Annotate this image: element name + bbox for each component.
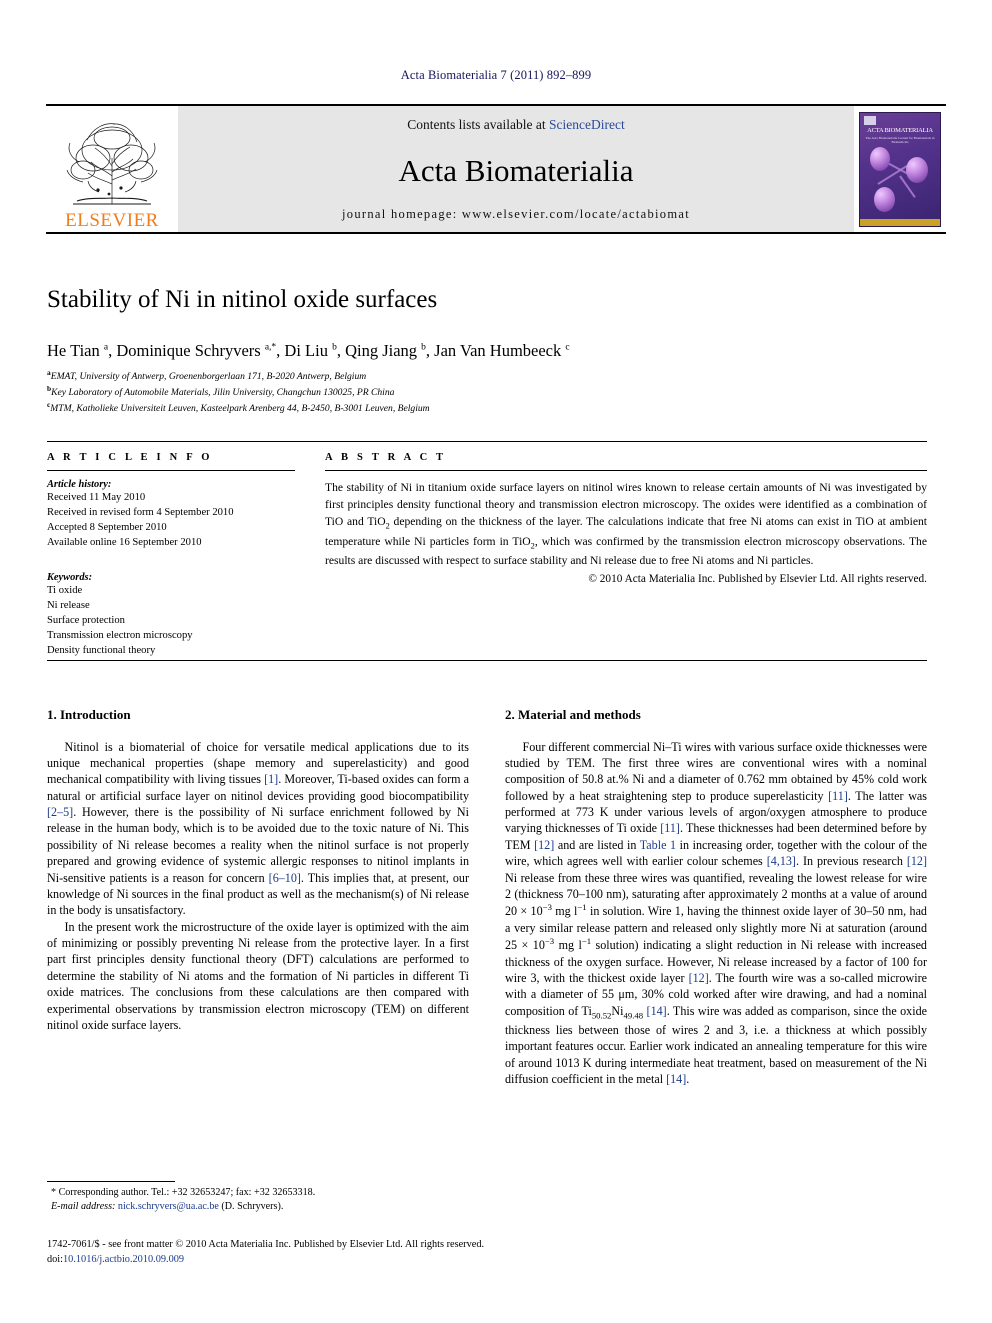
doi-line: doi:10.1016/j.actbio.2010.09.009 (47, 1253, 927, 1268)
elsevier-tree-icon (66, 123, 158, 205)
section-heading-introduction: 1. Introduction (47, 707, 131, 722)
masthead-center: Contents lists available at ScienceDirec… (178, 106, 854, 232)
affiliation-item: cMTM, Katholieke Universiteit Leuven, Ka… (47, 400, 927, 416)
article-history-label: Article history: (47, 479, 112, 490)
paragraph: In the present work the microstructure o… (47, 919, 469, 1032)
keyword-item: Density functional theory (47, 645, 156, 657)
keywords-label: Keywords: (47, 571, 93, 583)
keyword-item: Transmission electron microscopy (47, 629, 193, 641)
paragraph: Nitinol is a biomaterial of choice for v… (47, 739, 469, 918)
abstract-heading: A B S T R A C T (325, 452, 447, 463)
divider (47, 1181, 175, 1182)
paragraph: Four different commercial Ni–Ti wires wi… (505, 739, 928, 1087)
affiliation-item: aEMAT, University of Antwerp, Groenenbor… (47, 368, 927, 384)
history-item: Accepted 8 September 2010 (47, 522, 167, 534)
history-item: Received in revised form 4 September 201… (47, 507, 234, 519)
journal-cover-thumbnail: ACTA BIOMATERIALIA The Acta Biomateriali… (854, 106, 946, 232)
keyword-item: Ni release (47, 599, 90, 611)
affiliation-item: bKey Laboratory of Automobile Materials,… (47, 384, 927, 400)
email-line: E-mail address: nick.schryvers@ua.ac.be … (47, 1200, 469, 1214)
issn-copyright-line: 1742-7061/$ - see front matter © 2010 Ac… (47, 1239, 485, 1250)
page-footer: 1742-7061/$ - see front matter © 2010 Ac… (47, 1238, 927, 1267)
abstract-copyright: © 2010 Acta Materialia Inc. Published by… (588, 573, 927, 586)
column-left: 1. Introduction Nitinol is a biomaterial… (47, 706, 469, 1033)
sciencedirect-link[interactable]: ScienceDirect (549, 117, 625, 132)
affiliation-text: Key Laboratory of Automobile Materials, … (51, 386, 395, 398)
keyword-item: Ti oxide (47, 584, 83, 596)
page-title: Stability of Ni in nitinol oxide surface… (47, 286, 438, 313)
column-right: 2. Material and methods Four different c… (505, 706, 927, 1087)
cover-molecule-ball (906, 156, 928, 183)
cover-molecule-ball (874, 186, 895, 212)
cover-elsevier-mark (864, 115, 876, 125)
contents-available-line: Contents lists available at ScienceDirec… (407, 117, 624, 133)
journal-masthead: ELSEVIER Contents lists available at Sci… (46, 104, 946, 234)
journal-homepage-link[interactable]: journal homepage: www.elsevier.com/locat… (342, 207, 690, 222)
affiliation-text: MTM, Katholieke Universiteit Leuven, Kas… (50, 402, 430, 414)
affiliation-list: aEMAT, University of Antwerp, Groenenbor… (47, 368, 927, 415)
divider (47, 470, 295, 471)
corresponding-author-line: * Corresponding author. Tel.: +32 326532… (51, 1187, 316, 1198)
email-label: E-mail address: (51, 1201, 116, 1213)
history-item: Received 11 May 2010 (47, 492, 146, 503)
affiliation-text: EMAT, University of Antwerp, Groenenborg… (50, 371, 367, 383)
email-link[interactable]: nick.schryvers@ua.ac.be (118, 1201, 219, 1212)
history-item: Available online 16 September 2010 (47, 537, 202, 549)
section-heading-materials: 2. Material and methods (505, 707, 641, 722)
elsevier-wordmark: ELSEVIER (65, 210, 159, 231)
elsevier-logo: ELSEVIER (46, 106, 178, 232)
contents-prefix: Contents lists available at (407, 117, 549, 132)
cover-image: ACTA BIOMATERIALIA The Acta Biomateriali… (859, 111, 941, 227)
corresponding-author-footnote: * Corresponding author. Tel.: +32 326532… (47, 1181, 469, 1215)
cover-molecule-ball (870, 146, 890, 171)
article-info-heading: A R T I C L E I N F O (47, 452, 213, 463)
author-list: He Tian a, Dominique Schryvers a,*, Di L… (47, 341, 570, 360)
email-owner: (D. Schryvers). (221, 1201, 284, 1213)
journal-title: Acta Biomaterialia (398, 152, 634, 188)
article-info-section: A R T I C L E I N F O Article history: R… (47, 452, 295, 658)
running-head: Acta Biomaterialia 7 (2011) 892–899 (400, 68, 592, 82)
cover-footer-band (860, 218, 940, 226)
doi-link[interactable]: 10.1016/j.actbio.2010.09.009 (63, 1254, 184, 1265)
cover-subtitle-text: The Acta Biomaterialia Journal for Bioma… (865, 135, 935, 144)
keyword-item: Surface protection (47, 614, 125, 626)
keywords-block: Keywords: Ti oxide Ni release Surface pr… (47, 572, 295, 659)
abstract-text: The stability of Ni in titanium oxide su… (325, 481, 927, 568)
divider (325, 470, 927, 471)
abstract-section: A B S T R A C T The stability of Ni in t… (325, 452, 927, 585)
article-page: Acta Biomaterialia 7 (2011) 892–899 ELSE… (0, 0, 992, 1323)
cover-title-text: ACTA BIOMATERIALIA (867, 126, 933, 134)
doi-prefix: doi: (47, 1253, 64, 1265)
